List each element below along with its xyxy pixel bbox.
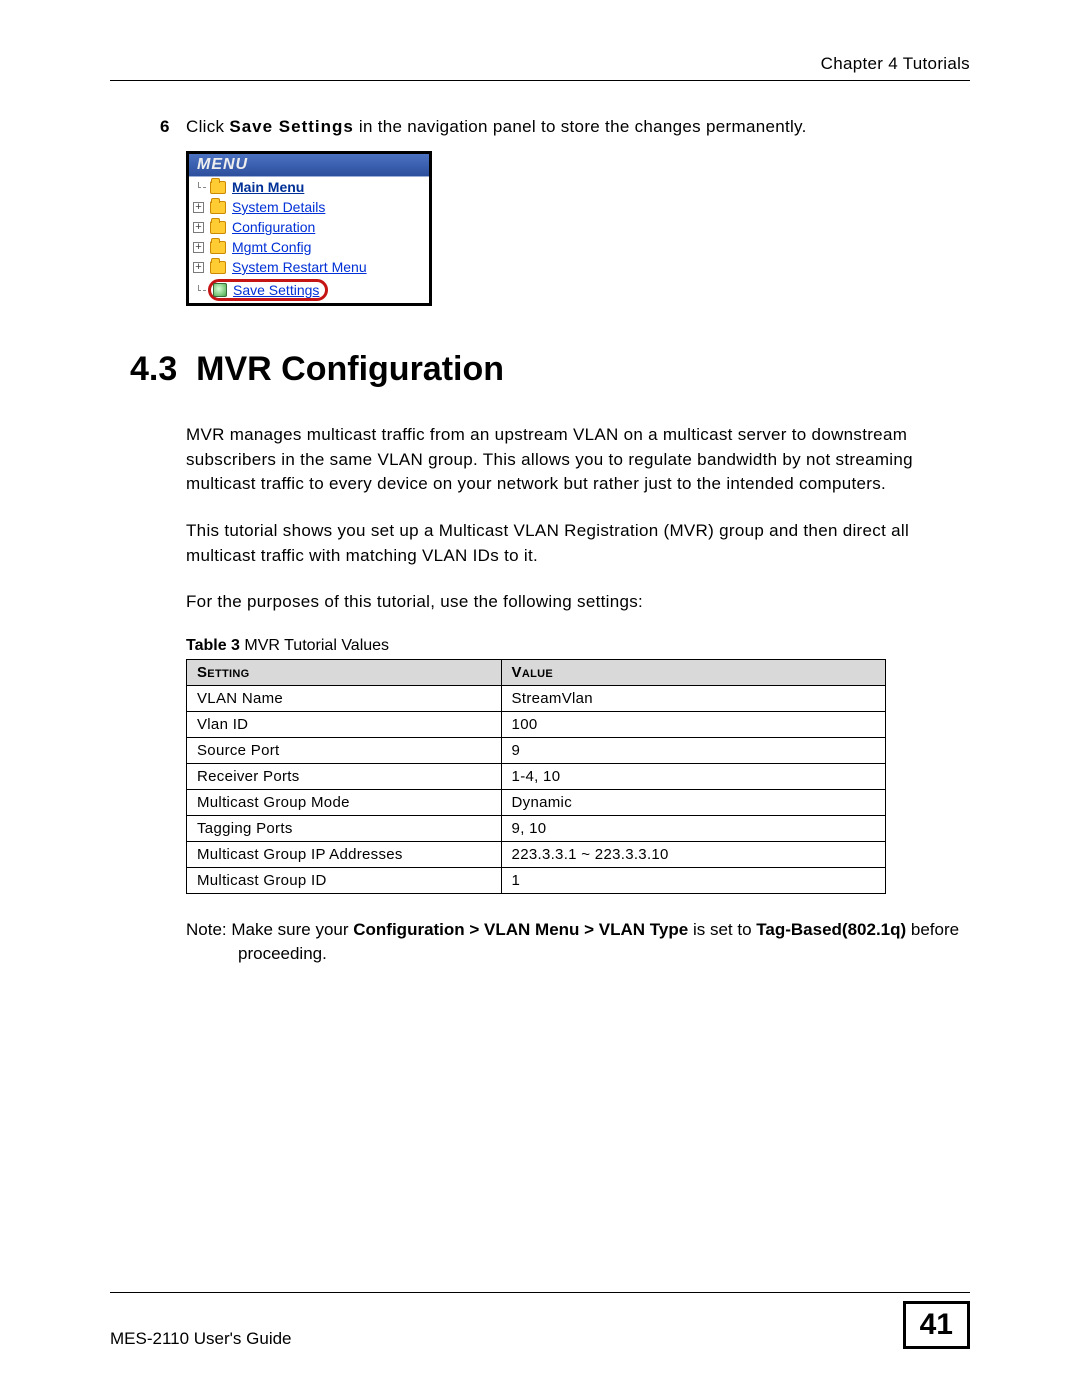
menu-label: System Details — [232, 199, 325, 215]
menu-item-main: Main Menu — [189, 177, 429, 197]
menu-item-configuration: + Configuration — [189, 217, 429, 237]
tree-connector-icon — [193, 285, 204, 296]
cell-value: 9 — [501, 737, 885, 763]
cell-value: 9, 10 — [501, 815, 885, 841]
tree-connector-icon — [193, 182, 204, 193]
table-row: Multicast Group IP Addresses223.3.3.1 ~ … — [187, 841, 886, 867]
paragraph-3: For the purposes of this tutorial, use t… — [186, 590, 970, 615]
cell-setting: Multicast Group ID — [187, 867, 502, 893]
table-row: VLAN NameStreamVlan — [187, 685, 886, 711]
menu-label: Configuration — [232, 219, 315, 235]
folder-icon — [210, 181, 226, 194]
cell-setting: Multicast Group IP Addresses — [187, 841, 502, 867]
table-header-row: Setting Value — [187, 659, 886, 685]
menu-item-save-settings: Save Settings — [189, 277, 429, 303]
folder-icon — [210, 261, 226, 274]
cell-setting: Tagging Ports — [187, 815, 502, 841]
cell-value: 100 — [501, 711, 885, 737]
table-row: Multicast Group ID1 — [187, 867, 886, 893]
table-row: Receiver Ports1-4, 10 — [187, 763, 886, 789]
cell-setting: Multicast Group Mode — [187, 789, 502, 815]
expand-icon: + — [193, 222, 204, 233]
expand-icon: + — [193, 202, 204, 213]
note: Note: Make sure your Configuration > VLA… — [186, 918, 970, 967]
menu-item-mgmt-config: + Mgmt Config — [189, 237, 429, 257]
table-caption-bold: Table 3 — [186, 637, 240, 654]
highlight-oval-icon: Save Settings — [208, 279, 328, 301]
cell-value: 223.3.3.1 ~ 223.3.3.10 — [501, 841, 885, 867]
step-bold: Save Settings — [229, 117, 354, 136]
note-t1: Make sure your — [231, 920, 353, 939]
chapter-header: Chapter 4 Tutorials — [110, 54, 970, 81]
menu-label: Mgmt Config — [232, 239, 311, 255]
note-b1: Configuration > VLAN Menu > VLAN Type — [353, 920, 688, 939]
step-pre: Click — [186, 117, 229, 136]
folder-icon — [210, 201, 226, 214]
table-caption: Table 3 MVR Tutorial Values — [186, 637, 970, 655]
note-lead: Note: — [186, 920, 231, 939]
note-t2: is set to — [688, 920, 756, 939]
table-header-setting: Setting — [187, 659, 502, 685]
table-row: Vlan ID100 — [187, 711, 886, 737]
cell-value: 1-4, 10 — [501, 763, 885, 789]
cell-value: 1 — [501, 867, 885, 893]
menu-label: System Restart Menu — [232, 259, 367, 275]
menu-screenshot: MENU Main Menu + System Details + Config… — [186, 151, 432, 306]
cell-value: StreamVlan — [501, 685, 885, 711]
table-caption-rest: MVR Tutorial Values — [240, 637, 389, 654]
footer: MES-2110 User's Guide 41 — [110, 1292, 970, 1349]
section-title: MVR Configuration — [196, 350, 504, 388]
folder-icon — [210, 241, 226, 254]
table-row: Tagging Ports9, 10 — [187, 815, 886, 841]
table-row: Multicast Group ModeDynamic — [187, 789, 886, 815]
cell-setting: Source Port — [187, 737, 502, 763]
note-b2: Tag-Based(802.1q) — [756, 920, 906, 939]
section-heading: 4.3 MVR Configuration — [130, 350, 970, 389]
menu-title: MENU — [189, 154, 429, 177]
mvr-table: Setting Value VLAN NameStreamVlan Vlan I… — [186, 659, 886, 894]
paragraph-2: This tutorial shows you set up a Multica… — [186, 519, 970, 568]
folder-icon — [210, 221, 226, 234]
page-number: 41 — [903, 1301, 970, 1349]
paragraph-1: MVR manages multicast traffic from an up… — [186, 423, 970, 497]
cell-value: Dynamic — [501, 789, 885, 815]
section-number: 4.3 — [130, 350, 177, 388]
menu-label: Save Settings — [233, 282, 319, 298]
expand-icon: + — [193, 242, 204, 253]
footer-guide: MES-2110 User's Guide — [110, 1329, 292, 1349]
cell-setting: Vlan ID — [187, 711, 502, 737]
table-row: Source Port9 — [187, 737, 886, 763]
cell-setting: VLAN Name — [187, 685, 502, 711]
step-number: 6 — [160, 117, 186, 137]
table-header-value: Value — [501, 659, 885, 685]
expand-icon: + — [193, 262, 204, 273]
menu-item-system-details: + System Details — [189, 197, 429, 217]
step-post: in the navigation panel to store the cha… — [354, 117, 807, 136]
save-icon — [213, 283, 227, 297]
step-text: Click Save Settings in the navigation pa… — [186, 117, 970, 137]
menu-label: Main Menu — [232, 179, 304, 195]
step-6: 6 Click Save Settings in the navigation … — [160, 117, 970, 137]
menu-item-system-restart: + System Restart Menu — [189, 257, 429, 277]
cell-setting: Receiver Ports — [187, 763, 502, 789]
